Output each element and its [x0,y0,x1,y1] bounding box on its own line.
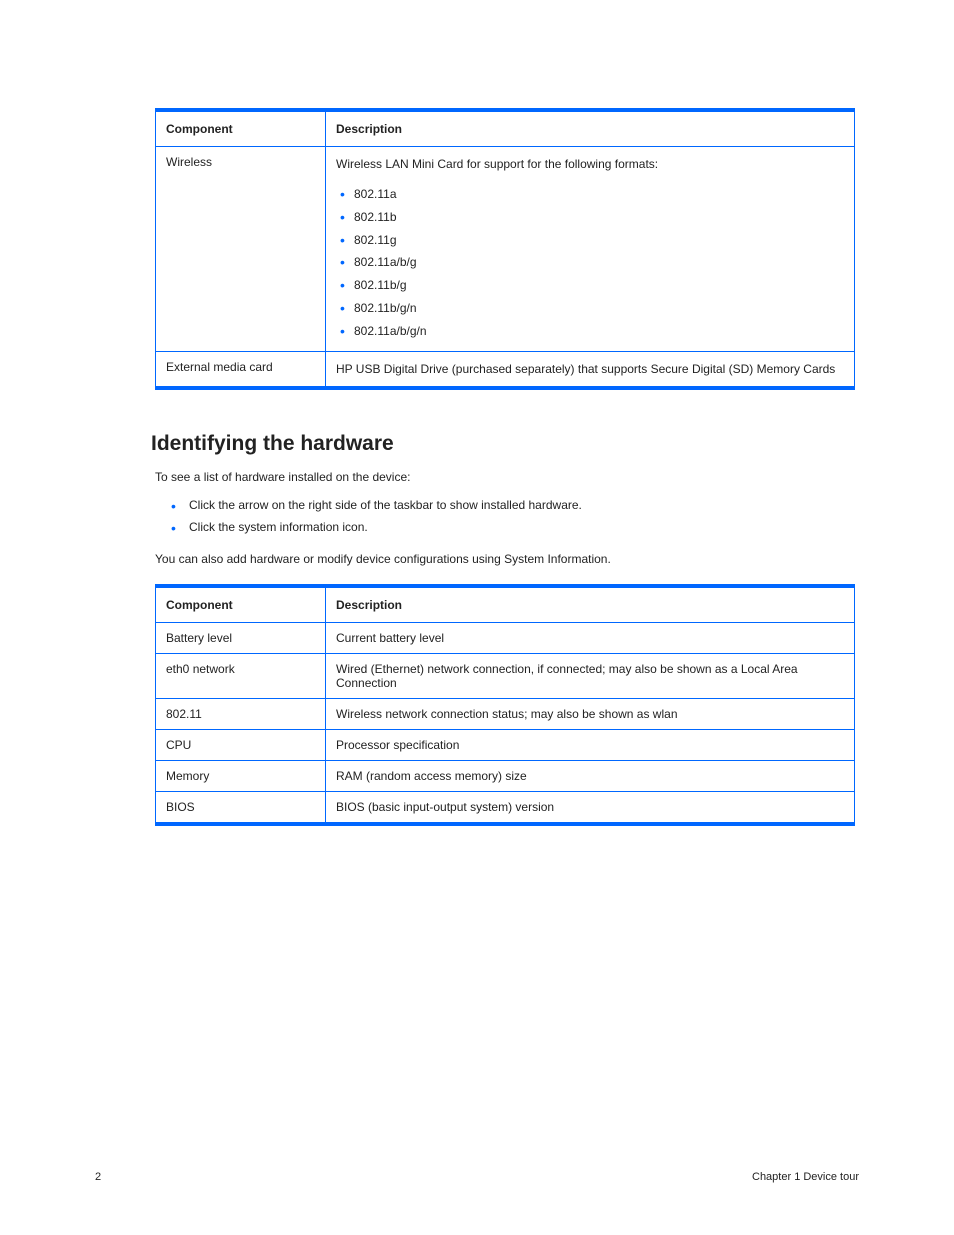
page-number: 2 [95,1171,101,1183]
list-item: 802.11b/g [336,274,844,297]
table-row: CPU Processor specification [156,729,855,760]
cell-description: RAM (random access memory) size [326,760,855,791]
cell-description: Wireless LAN Mini Card for support for t… [326,147,855,352]
cell-description: Wired (Ethernet) network connection, if … [326,653,855,698]
table2-header-description: Description [326,586,855,623]
list-item: 802.11a/b/g [336,251,844,274]
table-row: Wireless Wireless LAN Mini Card for supp… [156,147,855,352]
cell-description: HP USB Digital Drive (purchased separate… [326,351,855,388]
table1-header-description: Description [326,110,855,147]
cell-description: Current battery level [326,622,855,653]
section-heading: Identifying the hardware [151,432,859,456]
steps-list: Click the arrow on the right side of the… [169,494,859,538]
list-item: 802.11b/g/n [336,297,844,320]
list-item: 802.11b [336,206,844,229]
cell-description: Processor specification [326,729,855,760]
cell-component: 802.11 [156,698,326,729]
cell-description: BIOS (basic input-output system) version [326,791,855,824]
table-row: eth0 network Wired (Ethernet) network co… [156,653,855,698]
section-intro: To see a list of hardware installed on t… [155,470,859,484]
chapter-label: Chapter 1 Device tour [752,1171,859,1183]
section-post: You can also add hardware or modify devi… [155,552,859,566]
cell-component: Memory [156,760,326,791]
page-footer: 2 Chapter 1 Device tour [95,1171,859,1183]
list-item: 802.11a/b/g/n [336,320,844,343]
components-table-2: Component Description Battery level Curr… [155,584,855,826]
list-item: 802.11a [336,183,844,206]
table2-header-component: Component [156,586,326,623]
cell-component: Wireless [156,147,326,352]
table-row: External media card HP USB Digital Drive… [156,351,855,388]
table-row: Battery level Current battery level [156,622,855,653]
wireless-formats-list: 802.11a 802.11b 802.11g 802.11a/b/g 802.… [336,183,844,343]
components-table-1: Component Description Wireless Wireless … [155,108,855,390]
list-item: Click the arrow on the right side of the… [169,494,859,516]
table-row: 802.11 Wireless network connection statu… [156,698,855,729]
wireless-lead: Wireless LAN Mini Card for support for t… [336,155,844,173]
cell-component: External media card [156,351,326,388]
table1-header-component: Component [156,110,326,147]
table-row: BIOS BIOS (basic input-output system) ve… [156,791,855,824]
list-item: Click the system information icon. [169,516,859,538]
cell-component: CPU [156,729,326,760]
cell-component: BIOS [156,791,326,824]
table-row: Memory RAM (random access memory) size [156,760,855,791]
cell-component: Battery level [156,622,326,653]
cell-component: eth0 network [156,653,326,698]
cell-description: Wireless network connection status; may … [326,698,855,729]
list-item: 802.11g [336,229,844,252]
